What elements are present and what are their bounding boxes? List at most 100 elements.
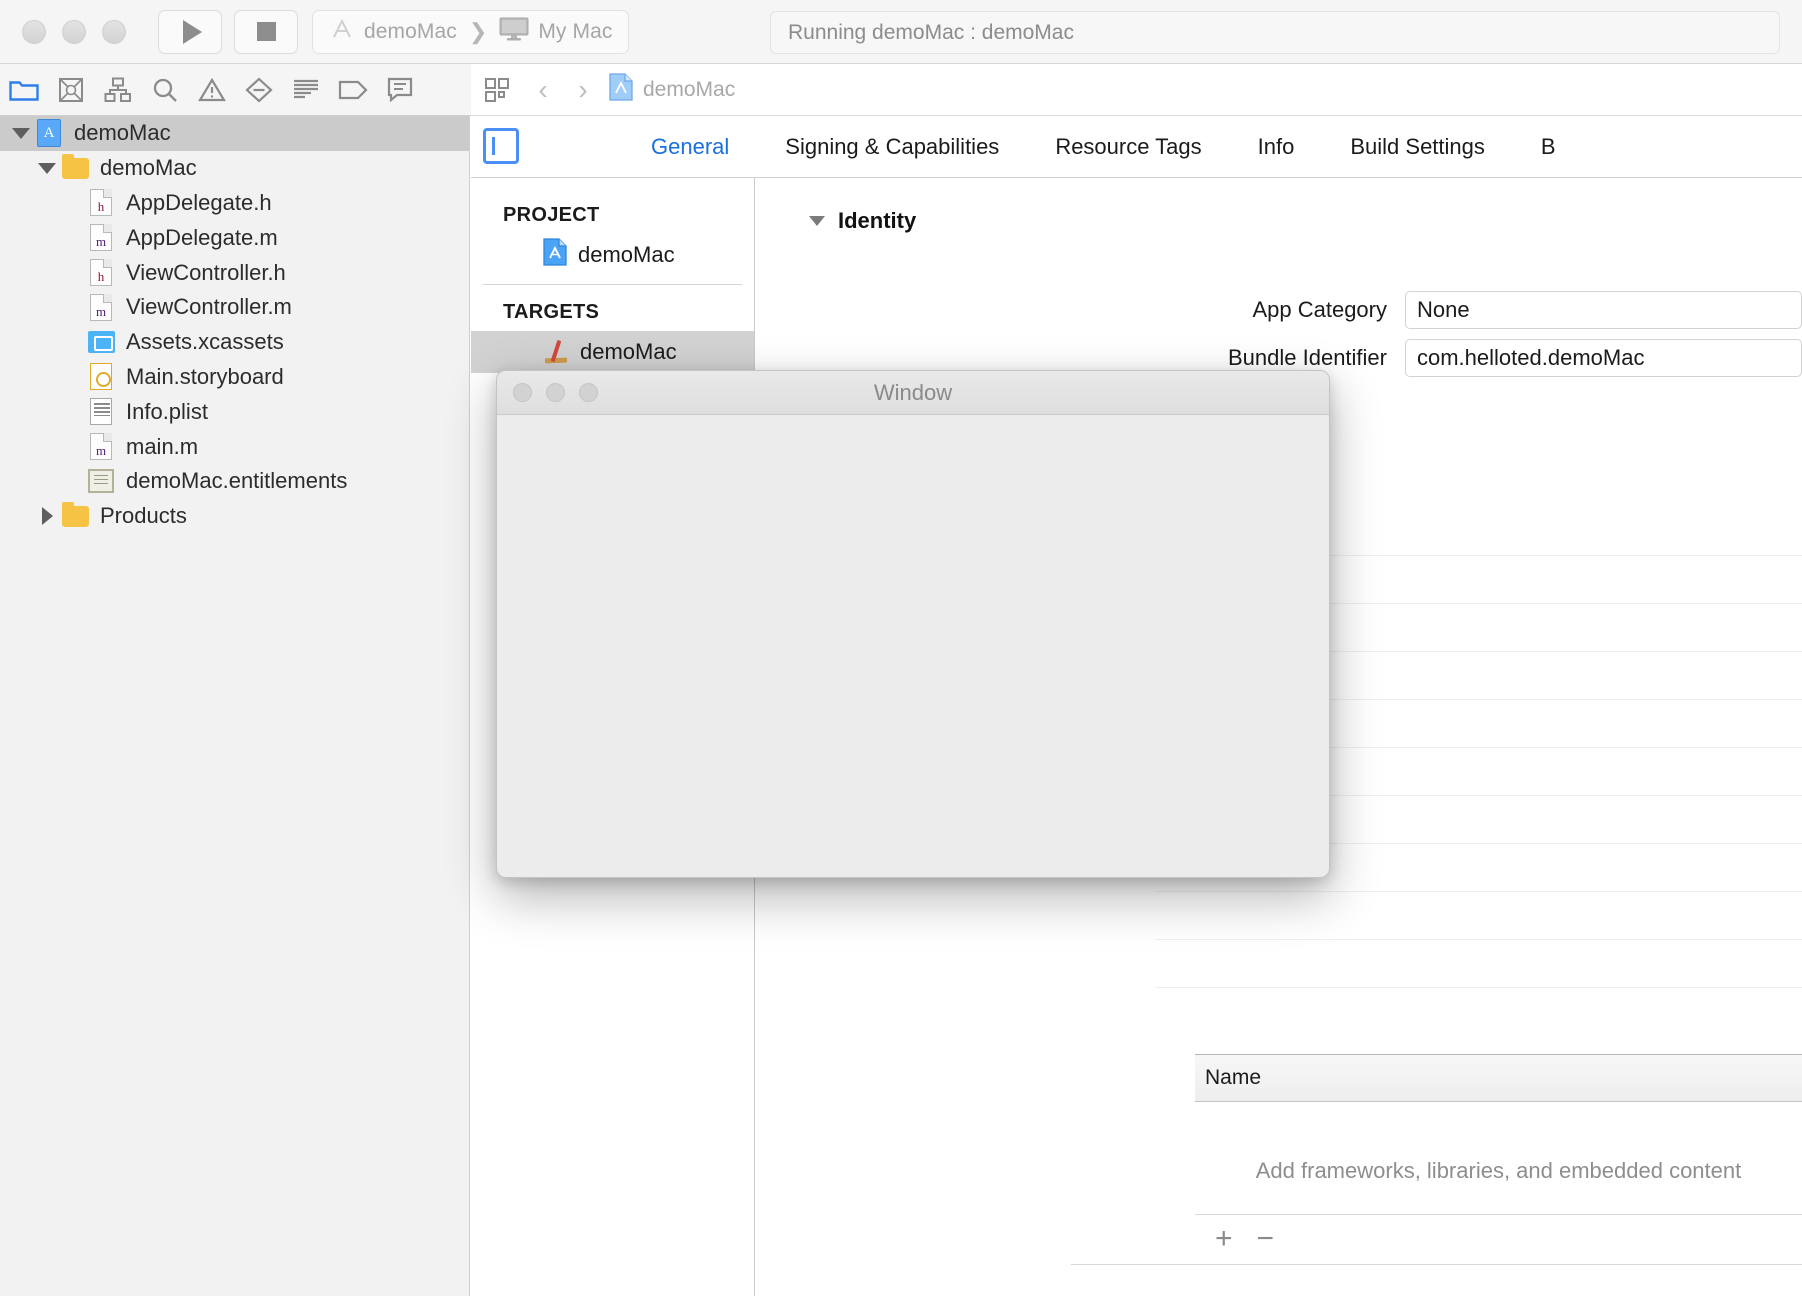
- related-items-button[interactable]: [471, 64, 523, 116]
- jump-bar: ‹ › demoMac: [471, 64, 1802, 116]
- chevron-down-icon: [809, 216, 825, 226]
- remove-framework-button[interactable]: −: [1257, 1222, 1275, 1256]
- tree-row[interactable]: Assets.xcassets: [0, 325, 469, 360]
- tab-list: General Signing & Capabilities Resource Ta…: [623, 134, 1584, 160]
- source-control-icon: [58, 77, 83, 102]
- destination-name: My Mac: [538, 19, 613, 43]
- tab-signing-capabilities[interactable]: Signing & Capabilities: [757, 134, 1027, 160]
- project-navigator-button[interactable]: [0, 64, 47, 116]
- run-button[interactable]: [158, 9, 222, 54]
- tree-row[interactable]: h ViewController.h: [0, 255, 469, 290]
- add-framework-button[interactable]: +: [1215, 1222, 1233, 1256]
- frameworks-empty-placeholder: Add frameworks, libraries, and embedded …: [1255, 1158, 1742, 1183]
- running-app-window[interactable]: Window: [496, 370, 1330, 878]
- minimize-button[interactable]: [62, 19, 86, 44]
- stop-icon: [256, 22, 276, 41]
- stop-button[interactable]: [234, 9, 298, 54]
- targets-section-header: TARGETS: [503, 300, 600, 323]
- tab-info[interactable]: Info: [1230, 134, 1323, 160]
- close-button[interactable]: [22, 19, 46, 44]
- project-item-demomac[interactable]: demoMac: [471, 234, 754, 276]
- tree-row[interactable]: h AppDelegate.h: [0, 186, 469, 221]
- breadcrumb-label: demoMac: [643, 77, 736, 101]
- obscured-row: [1155, 892, 1802, 940]
- tree-row-label: Info.plist: [126, 398, 208, 424]
- warning-triangle-icon: [197, 77, 226, 101]
- list-lines-icon: [293, 79, 318, 98]
- objc-file-icon: m: [90, 433, 112, 461]
- find-navigator-button[interactable]: [141, 64, 188, 116]
- target-hammer-icon: [543, 339, 569, 365]
- related-items-icon: [485, 77, 509, 102]
- project-navigator-sidebar[interactable]: demoMac demoMac h AppDelegate.h m AppDelegate…: [0, 116, 470, 1296]
- app-window-content: [497, 415, 1329, 877]
- report-navigator-button[interactable]: [376, 64, 423, 116]
- my-mac-icon: [499, 17, 529, 46]
- scheme-separator: ❯: [468, 18, 488, 44]
- debug-navigator-button[interactable]: [282, 64, 329, 116]
- tree-row-label: demoMac: [100, 155, 197, 181]
- tree-row-label: AppDelegate.m: [126, 224, 278, 250]
- tree-row-label: Assets.xcassets: [126, 329, 284, 355]
- navigator-toolbar: [0, 64, 471, 116]
- tree-row-label: Products: [100, 503, 187, 529]
- xcodeproj-icon: [609, 73, 633, 106]
- window-titlebar: demoMac ❯ My Mac Running demoMac : demoM…: [0, 0, 1802, 64]
- disclosure-triangle-closed[interactable]: [34, 507, 60, 526]
- tree-row[interactable]: demoMac: [0, 151, 469, 186]
- forward-button[interactable]: ›: [563, 64, 603, 116]
- tree-row[interactable]: m ViewController.m: [0, 290, 469, 325]
- list-divider: [483, 284, 742, 285]
- tree-row-label: Main.storyboard: [126, 363, 284, 389]
- back-button[interactable]: ‹: [523, 64, 563, 116]
- plist-icon: [90, 398, 112, 426]
- tree-row[interactable]: Info.plist: [0, 394, 469, 429]
- identity-form: App Category None Bundle Identifier com.…: [755, 286, 1802, 382]
- tree-row[interactable]: demoMac.entitlements: [0, 464, 469, 499]
- breakpoint-navigator-button[interactable]: [329, 64, 376, 116]
- tree-row[interactable]: Products: [0, 499, 469, 534]
- source-control-navigator-button[interactable]: [47, 64, 94, 116]
- disclosure-triangle-open[interactable]: [34, 162, 60, 174]
- xcodeproj-icon: [37, 119, 61, 148]
- section-divider: [1071, 1264, 1802, 1265]
- toggle-project-list-button[interactable]: [483, 128, 519, 164]
- tree-row[interactable]: Main.storyboard: [0, 360, 469, 395]
- xcassets-icon: [87, 331, 115, 354]
- tree-row-label: ViewController.h: [126, 259, 286, 285]
- target-item-demomac[interactable]: demoMac: [471, 331, 754, 373]
- zoom-button[interactable]: [102, 19, 126, 44]
- tree-row[interactable]: m AppDelegate.m: [0, 220, 469, 255]
- app-category-select[interactable]: None: [1405, 291, 1802, 329]
- tree-row-label: AppDelegate.h: [126, 189, 272, 215]
- header-file-icon: h: [90, 259, 112, 287]
- test-navigator-button[interactable]: [235, 64, 282, 116]
- scheme-destination-chip[interactable]: demoMac ❯ My Mac: [312, 9, 630, 54]
- header-file-icon: h: [90, 189, 112, 217]
- identity-section-title: Identity: [838, 208, 917, 233]
- frameworks-column-header[interactable]: Name: [1195, 1054, 1802, 1102]
- tree-row-label: main.m: [126, 433, 199, 459]
- project-item-label: demoMac: [578, 242, 675, 267]
- bundle-identifier-input[interactable]: com.helloted.demoMac: [1405, 339, 1802, 377]
- tree-row-label: ViewController.m: [126, 294, 292, 320]
- bundle-identifier-label: Bundle Identifier: [1228, 345, 1387, 370]
- obscured-row: [1155, 940, 1802, 988]
- app-window-titlebar[interactable]: Window: [497, 371, 1329, 415]
- tab-general[interactable]: General: [623, 134, 757, 160]
- tab-b[interactable]: B: [1513, 134, 1584, 160]
- symbol-navigator-button[interactable]: [94, 64, 141, 116]
- play-icon: [183, 19, 202, 44]
- folder-icon: [61, 501, 89, 527]
- tab-build-settings[interactable]: Build Settings: [1322, 134, 1513, 160]
- disclosure-triangle-open[interactable]: [8, 127, 34, 139]
- tab-resource-tags[interactable]: Resource Tags: [1027, 134, 1229, 160]
- issue-navigator-button[interactable]: [188, 64, 235, 116]
- activity-status-field: Running demoMac : demoMac: [770, 11, 1780, 54]
- project-section-header: PROJECT: [503, 203, 600, 226]
- identity-section-header[interactable]: Identity: [755, 178, 1802, 234]
- breadcrumb[interactable]: demoMac: [609, 73, 735, 106]
- tree-row[interactable]: m main.m: [0, 429, 469, 464]
- minus-diamond-icon: [244, 77, 273, 102]
- tree-row[interactable]: demoMac: [0, 116, 469, 151]
